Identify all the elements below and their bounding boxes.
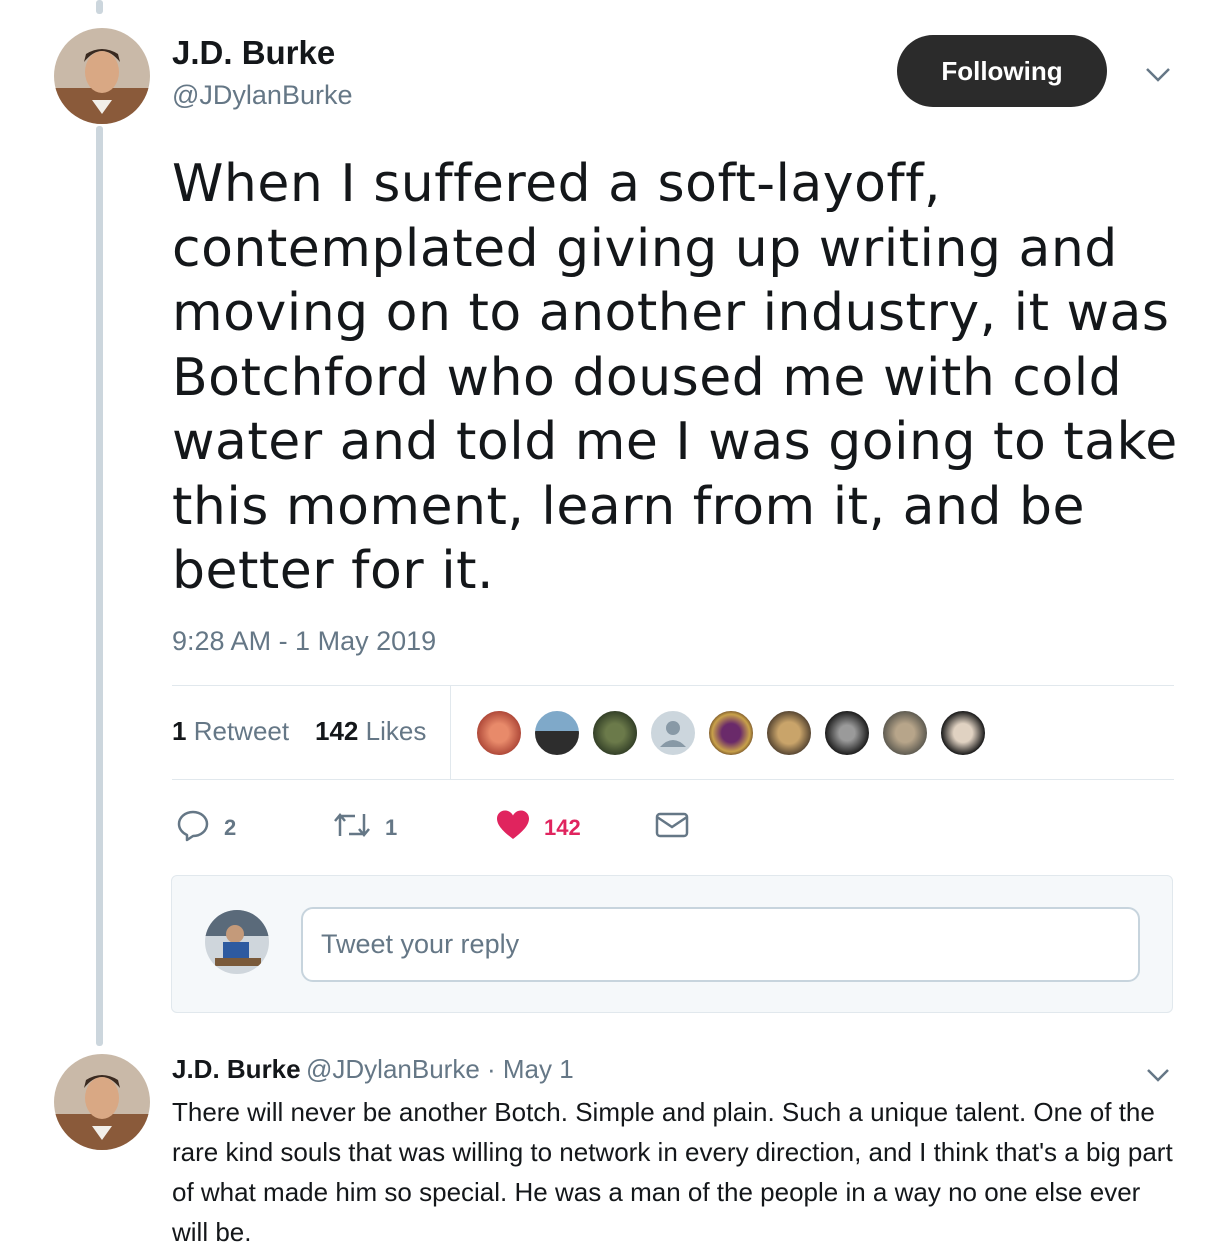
retweet-icon xyxy=(333,810,371,846)
tweet-text: When I suffered a soft-layoff, contempla… xyxy=(172,154,1178,601)
reply-author-name[interactable]: J.D. Burke xyxy=(172,1054,301,1085)
liker-avatar[interactable] xyxy=(881,709,929,757)
liker-avatar[interactable] xyxy=(649,709,697,757)
like-action[interactable]: 142 xyxy=(496,808,581,848)
retweets-count: 1 xyxy=(172,716,187,746)
envelope-icon xyxy=(655,811,689,845)
following-button[interactable]: Following xyxy=(897,35,1107,107)
liker-avatar[interactable] xyxy=(765,709,813,757)
thread-line xyxy=(96,126,103,1046)
retweets-label: Retweet xyxy=(193,716,290,746)
author-handle[interactable]: @JDylanBurke xyxy=(172,80,352,111)
likes-stat[interactable]: 142 Likes xyxy=(315,716,426,747)
liker-avatar[interactable] xyxy=(707,709,755,757)
direct-message-action[interactable] xyxy=(655,808,689,848)
chevron-down-icon[interactable] xyxy=(1144,1060,1172,1088)
chevron-down-icon[interactable] xyxy=(1142,58,1174,90)
author-avatar[interactable] xyxy=(54,28,150,124)
liker-avatar[interactable] xyxy=(939,709,987,757)
divider xyxy=(172,779,1174,780)
like-count: 142 xyxy=(544,815,581,840)
retweet-count: 1 xyxy=(385,815,398,840)
retweet-action[interactable]: 1 xyxy=(333,808,397,848)
reply-action[interactable]: 2 xyxy=(176,808,236,848)
liker-avatar[interactable] xyxy=(591,709,639,757)
current-user-avatar xyxy=(205,910,269,974)
reply-icon xyxy=(176,808,210,848)
heart-icon xyxy=(496,809,530,847)
reply-input[interactable]: Tweet your reply xyxy=(301,907,1140,982)
likes-count: 142 xyxy=(315,716,359,746)
reply-text: There will never be another Botch. Simpl… xyxy=(172,1097,1173,1247)
stats-divider xyxy=(450,686,451,780)
retweets-stat[interactable]: 1 Retweet xyxy=(172,716,289,747)
liker-avatar[interactable] xyxy=(475,709,523,757)
reply-author-avatar[interactable] xyxy=(54,1054,150,1150)
liker-avatar[interactable] xyxy=(823,709,871,757)
author-name[interactable]: J.D. Burke xyxy=(172,34,335,72)
reply-count: 2 xyxy=(224,815,237,840)
tweet-timestamp[interactable]: 9:28 AM - 1 May 2019 xyxy=(172,626,436,657)
liker-avatar[interactable] xyxy=(533,709,581,757)
thread-line-top xyxy=(96,0,103,14)
divider xyxy=(172,685,1174,686)
likes-label: Likes xyxy=(365,716,427,746)
reply-meta[interactable]: @JDylanBurke · May 1 xyxy=(306,1054,574,1085)
